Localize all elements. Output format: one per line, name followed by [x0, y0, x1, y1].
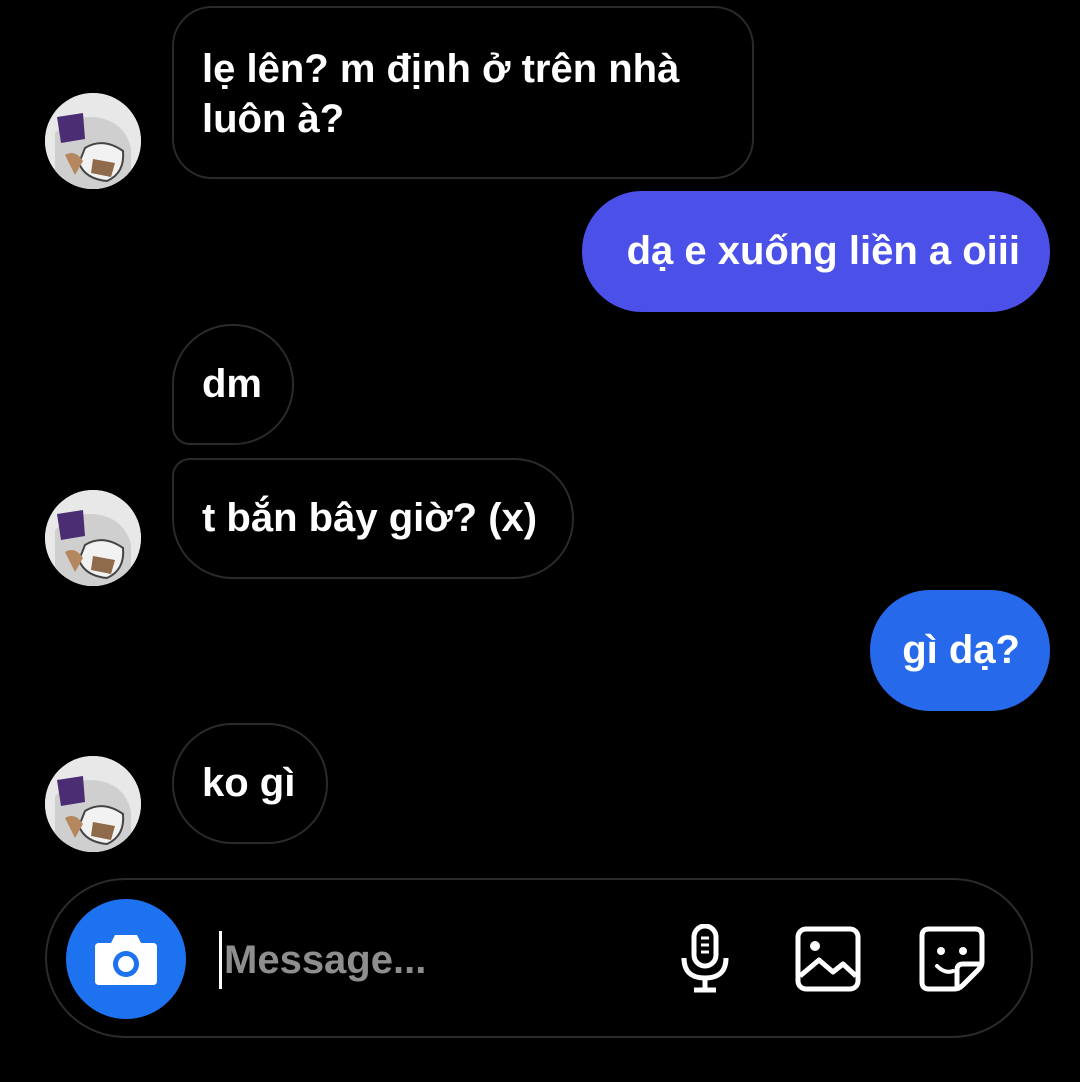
- message-placeholder: Message...: [224, 938, 427, 982]
- message-bubble-outgoing[interactable]: gì dạ?: [870, 590, 1050, 711]
- sticker-button[interactable]: [917, 924, 987, 994]
- microphone-icon: [681, 923, 729, 993]
- message-text: dạ e xuống liền a oiii: [626, 229, 1020, 273]
- avatar[interactable]: [45, 490, 141, 586]
- avatar[interactable]: [45, 93, 141, 189]
- camera-button[interactable]: [66, 899, 186, 1019]
- message-text: t bắn bây giờ? (x): [202, 496, 538, 540]
- avatar[interactable]: [45, 756, 141, 852]
- message-bubble-incoming[interactable]: lẹ lên? m định ở trên nhà luôn à?: [172, 6, 754, 179]
- message-text: luôn à?: [202, 97, 345, 141]
- message-bubble-incoming[interactable]: dm: [172, 324, 294, 445]
- microphone-button[interactable]: [670, 923, 740, 994]
- message-text: lẹ lên? m định ở trên nhà: [202, 47, 680, 91]
- message-text: ko gì: [202, 761, 296, 805]
- message-bubble-incoming[interactable]: t bắn bây giờ? (x): [172, 458, 574, 579]
- sticker-icon: [919, 926, 985, 992]
- message-input[interactable]: Message...: [219, 930, 639, 990]
- message-text: dm: [202, 362, 262, 406]
- message-bubble-outgoing[interactable]: dạ e xuống liền a oiii: [582, 191, 1050, 312]
- text-cursor: [219, 931, 222, 989]
- message-composer: Message...: [45, 878, 1033, 1038]
- message-text: gì dạ?: [902, 628, 1020, 672]
- gallery-icon: [795, 926, 861, 992]
- camera-icon: [95, 935, 157, 985]
- gallery-button[interactable]: [793, 924, 863, 994]
- message-bubble-incoming[interactable]: ko gì: [172, 723, 328, 844]
